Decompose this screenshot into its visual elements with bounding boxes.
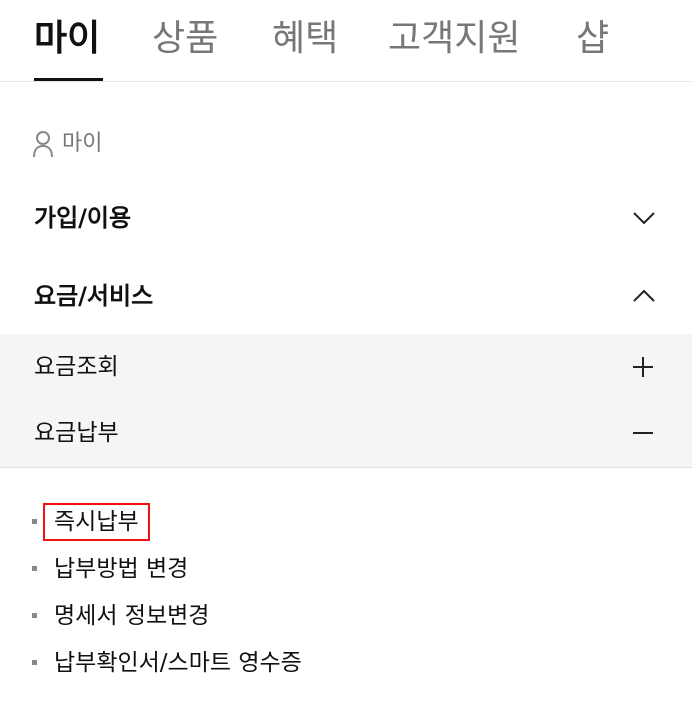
list-item-label: 납부방법 변경 <box>54 555 189 582</box>
tab-my[interactable]: 마이 <box>34 14 100 64</box>
section-billing-service[interactable]: 요금/서비스 <box>0 258 692 334</box>
list-item-label: 납부확인서/스마트 영수증 <box>54 649 302 676</box>
subitem-label: 요금조회 <box>34 354 119 380</box>
tab-shop[interactable]: 샵 <box>576 14 609 64</box>
chevron-up-icon <box>633 289 655 302</box>
list-item-label: 즉시납부 <box>43 502 150 541</box>
subitem-billing-inquiry[interactable]: 요금조회 <box>0 334 692 400</box>
tab-benefits[interactable]: 혜택 <box>272 14 338 64</box>
list-item-label: 명세서 정보변경 <box>54 602 210 629</box>
person-icon <box>33 131 53 158</box>
section-title: 요금/서비스 <box>34 282 154 310</box>
bullet <box>32 519 37 524</box>
bullet <box>32 613 37 618</box>
active-tab-indicator <box>34 78 103 81</box>
list-item-payment-receipt[interactable]: 납부확인서/스마트 영수증 <box>32 639 672 686</box>
section-title: 가입/이용 <box>34 204 132 232</box>
list-item-change-statement-info[interactable]: 명세서 정보변경 <box>32 592 672 639</box>
list-item-instant-payment[interactable]: 즉시납부 <box>32 498 672 545</box>
minus-icon <box>633 432 653 434</box>
section-join-usage[interactable]: 가입/이용 <box>0 180 692 256</box>
billing-subpanel: 요금조회 요금납부 <box>0 334 692 468</box>
tab-products[interactable]: 상품 <box>152 14 218 64</box>
breadcrumb-label: 마이 <box>62 131 103 156</box>
list-item-change-payment-method[interactable]: 납부방법 변경 <box>32 545 672 592</box>
top-tab-bar: 마이 상품 혜택 고객지원 샵 <box>0 0 692 82</box>
chevron-down-icon <box>633 212 655 225</box>
bullet <box>32 660 37 665</box>
tab-customer-support[interactable]: 고객지원 <box>388 14 520 64</box>
bullet <box>32 566 37 571</box>
breadcrumb: 마이 <box>32 128 102 160</box>
payment-menu-list: 즉시납부 납부방법 변경 명세서 정보변경 납부확인서/스마트 영수증 <box>32 498 672 686</box>
subitem-billing-payment[interactable]: 요금납부 <box>0 400 692 466</box>
plus-icon <box>633 357 653 377</box>
subitem-label: 요금납부 <box>34 420 119 446</box>
